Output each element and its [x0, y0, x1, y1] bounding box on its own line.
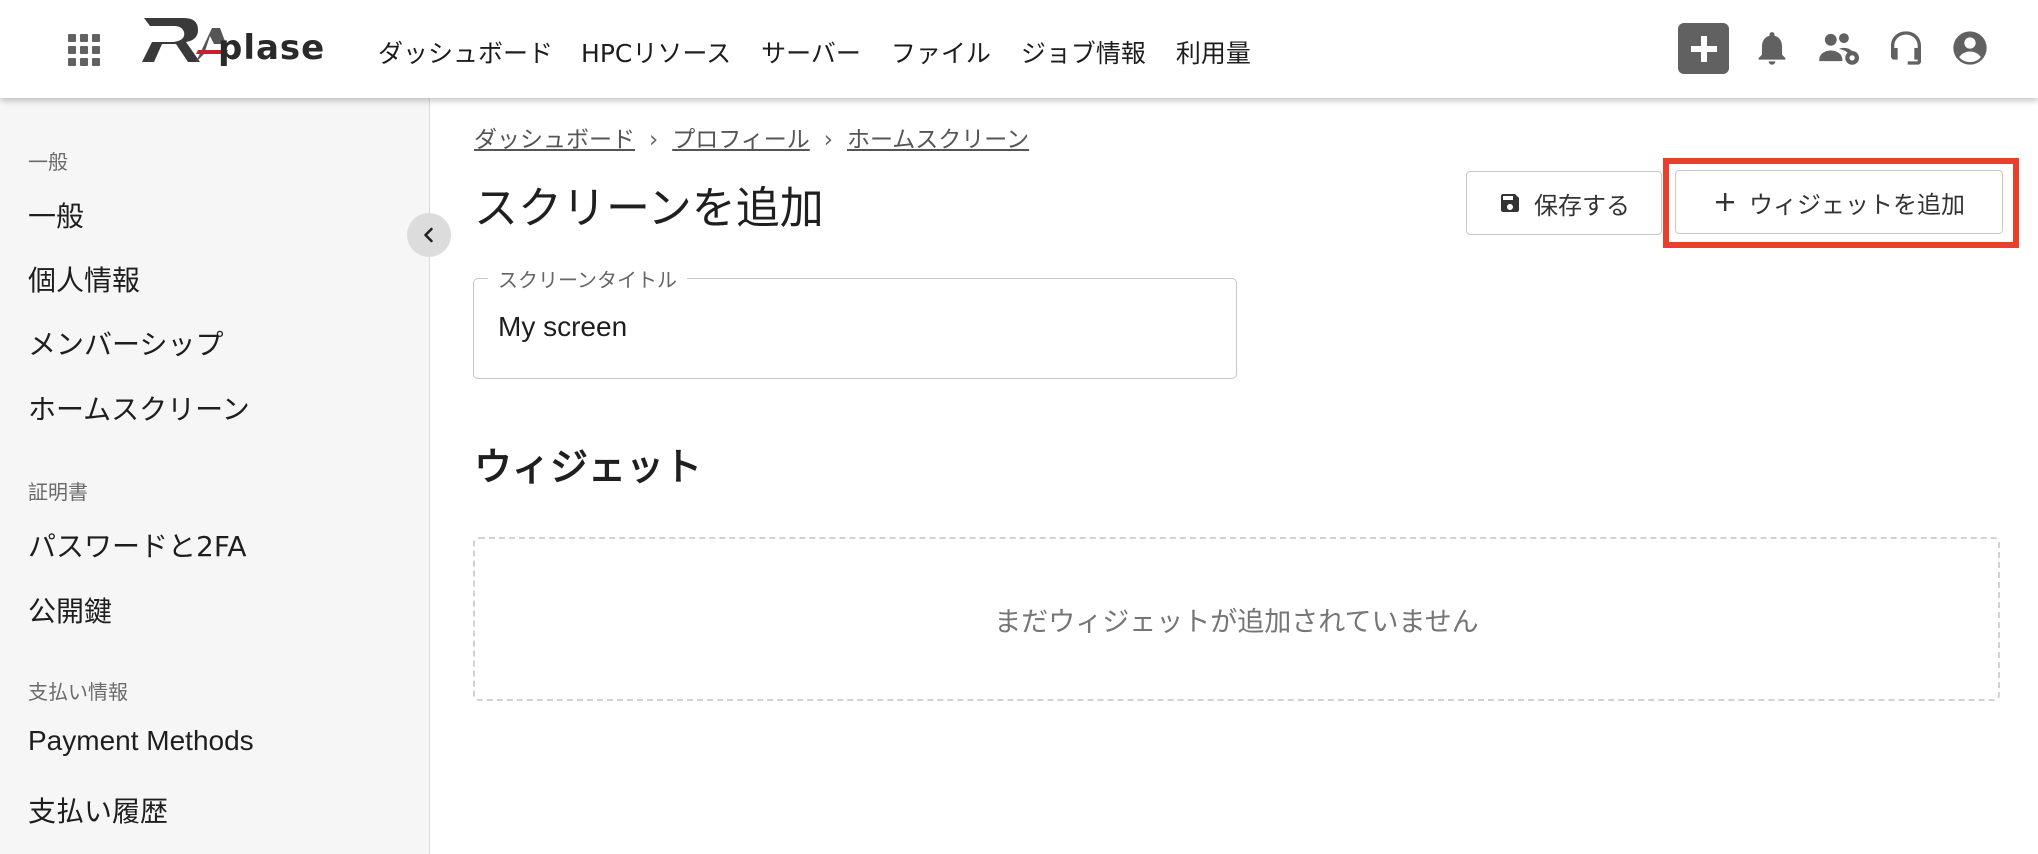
sidebar-item-general[interactable]: 一般: [28, 195, 84, 235]
account-icon[interactable]: [1950, 28, 1990, 68]
breadcrumb-separator: ›: [823, 127, 833, 153]
main-nav: ダッシュボード HPCリソース サーバー ファイル ジョブ情報 利用量: [378, 34, 1281, 70]
add-widget-button-label: ウィジェットを追加: [1749, 190, 1965, 219]
nav-dashboard[interactable]: ダッシュボード: [378, 34, 553, 70]
sidebar-section-general: 一般: [28, 150, 68, 174]
breadcrumb-separator: ›: [649, 127, 659, 153]
breadcrumb-dashboard[interactable]: ダッシュボード: [474, 127, 635, 153]
screen-title-field: スクリーンタイトル: [473, 264, 1237, 379]
breadcrumb: ダッシュボード › プロフィール › ホームスクリーン: [474, 120, 1029, 154]
save-icon: [1501, 194, 1519, 212]
nav-servers[interactable]: サーバー: [761, 34, 861, 70]
page-title: スクリーンを追加: [474, 183, 824, 234]
group-settings-icon[interactable]: [1816, 28, 1862, 68]
sidebar-item-password-2fa[interactable]: パスワードと2FA: [28, 525, 247, 565]
sidebar-item-public-key[interactable]: 公開鍵: [28, 590, 112, 630]
nav-hpc-resources[interactable]: HPCリソース: [581, 34, 731, 70]
headset-icon[interactable]: [1886, 28, 1926, 68]
nav-job-info[interactable]: ジョブ情報: [1021, 34, 1146, 70]
breadcrumb-home-screen[interactable]: ホームスクリーン: [847, 127, 1029, 153]
save-button[interactable]: 保存する: [1466, 171, 1662, 235]
add-widget-button[interactable]: ウィジェットを追加: [1675, 170, 2003, 234]
logo[interactable]: plase: [140, 14, 340, 72]
plus-icon: [1690, 35, 1717, 62]
top-app-bar: plase ダッシュボード HPCリソース サーバー ファイル ジョブ情報 利用…: [0, 0, 2038, 98]
apps-grid-icon[interactable]: [68, 34, 100, 66]
chevron-left-icon: [424, 227, 433, 243]
nav-files[interactable]: ファイル: [891, 34, 991, 70]
widgets-empty-message: まだウィジェットが追加されていません: [994, 606, 1479, 638]
bell-icon[interactable]: [1752, 28, 1792, 68]
sidebar-item-membership[interactable]: メンバーシップ: [28, 323, 223, 363]
sidebar-item-personal-info[interactable]: 個人情報: [28, 259, 140, 299]
sidebar-section-payment: 支払い情報: [28, 680, 128, 704]
nav-usage[interactable]: 利用量: [1176, 34, 1251, 70]
screen-title-label: スクリーンタイトル: [488, 264, 687, 293]
sidebar: 一般 一般 個人情報 メンバーシップ ホームスクリーン 証明書 パスワードと2F…: [0, 98, 430, 854]
add-button[interactable]: [1678, 23, 1729, 74]
widgets-section-title: ウィジェット: [474, 445, 703, 489]
plus-icon: [1716, 193, 1734, 211]
sidebar-item-home-screen[interactable]: ホームスクリーン: [28, 388, 250, 428]
save-button-label: 保存する: [1534, 191, 1630, 220]
sidebar-item-payment-history[interactable]: 支払い履歴: [28, 790, 168, 830]
sidebar-collapse-button[interactable]: [407, 213, 451, 257]
screen-title-input[interactable]: [498, 311, 1198, 343]
breadcrumb-profile[interactable]: プロフィール: [672, 127, 810, 153]
sidebar-item-payment-methods[interactable]: Payment Methods: [28, 725, 254, 757]
logo-wordmark: plase: [218, 28, 326, 68]
widgets-drop-area: まだウィジェットが追加されていません: [473, 537, 2000, 701]
sidebar-section-certificates: 証明書: [28, 480, 88, 504]
